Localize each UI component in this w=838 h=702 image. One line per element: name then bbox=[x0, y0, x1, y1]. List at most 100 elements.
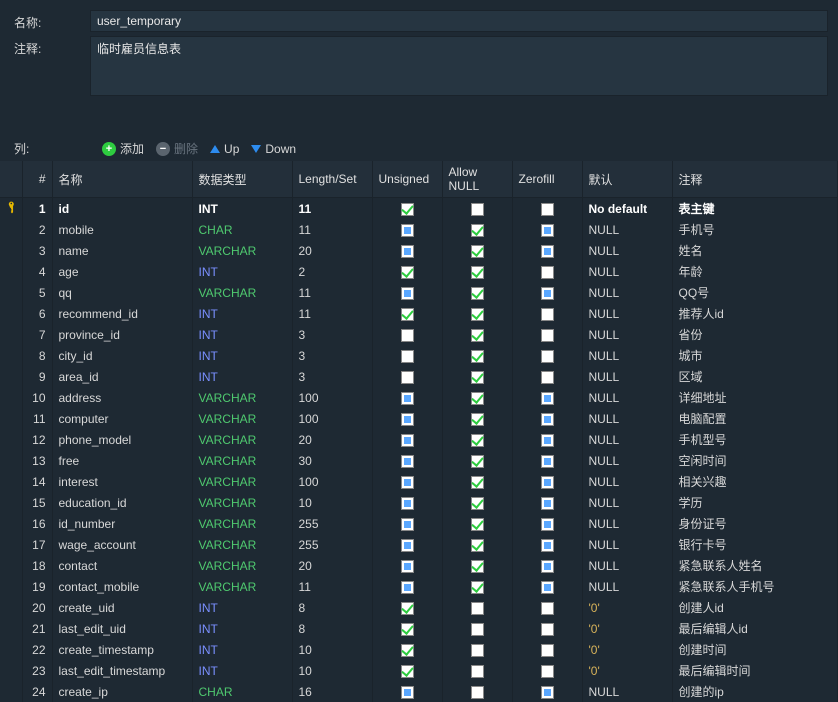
cell-comment[interactable]: 区域 bbox=[672, 366, 838, 387]
table-row[interactable]: 11computerVARCHAR100NULL电脑配置 bbox=[0, 408, 838, 429]
checkbox[interactable] bbox=[401, 287, 414, 300]
checkbox[interactable] bbox=[471, 581, 484, 594]
cell-default[interactable]: NULL bbox=[582, 387, 672, 408]
cell-datatype[interactable]: INT bbox=[192, 660, 292, 681]
cell-name[interactable]: id bbox=[52, 198, 192, 220]
cell-allownull[interactable] bbox=[442, 240, 512, 261]
cell-allownull[interactable] bbox=[442, 282, 512, 303]
cell-datatype[interactable]: INT bbox=[192, 198, 292, 220]
down-button[interactable]: Down bbox=[251, 142, 296, 156]
col-length-header[interactable]: Length/Set bbox=[292, 161, 372, 198]
checkbox[interactable] bbox=[541, 560, 554, 573]
checkbox[interactable] bbox=[541, 539, 554, 552]
cell-name[interactable]: contact_mobile bbox=[52, 576, 192, 597]
cell-default[interactable]: NULL bbox=[582, 471, 672, 492]
cell-comment[interactable]: 详细地址 bbox=[672, 387, 838, 408]
checkbox[interactable] bbox=[541, 245, 554, 258]
cell-unsigned[interactable] bbox=[372, 555, 442, 576]
checkbox[interactable] bbox=[541, 329, 554, 342]
cell-default[interactable]: NULL bbox=[582, 261, 672, 282]
cell-allownull[interactable] bbox=[442, 303, 512, 324]
cell-default[interactable]: NULL bbox=[582, 513, 672, 534]
cell-zerofill[interactable] bbox=[512, 513, 582, 534]
table-row[interactable]: 16id_numberVARCHAR255NULL身份证号 bbox=[0, 513, 838, 534]
cell-length[interactable]: 100 bbox=[292, 387, 372, 408]
cell-allownull[interactable] bbox=[442, 324, 512, 345]
cell-name[interactable]: address bbox=[52, 387, 192, 408]
table-row[interactable]: 18contactVARCHAR20NULL紧急联系人姓名 bbox=[0, 555, 838, 576]
checkbox[interactable] bbox=[471, 518, 484, 531]
col-zerofill-header[interactable]: Zerofill bbox=[512, 161, 582, 198]
cell-zerofill[interactable] bbox=[512, 219, 582, 240]
cell-name[interactable]: education_id bbox=[52, 492, 192, 513]
cell-default[interactable]: NULL bbox=[582, 408, 672, 429]
cell-default[interactable]: NULL bbox=[582, 366, 672, 387]
cell-name[interactable]: phone_model bbox=[52, 429, 192, 450]
table-row[interactable]: 15education_idVARCHAR10NULL学历 bbox=[0, 492, 838, 513]
cell-unsigned[interactable] bbox=[372, 408, 442, 429]
cell-unsigned[interactable] bbox=[372, 429, 442, 450]
cell-default[interactable]: NULL bbox=[582, 450, 672, 471]
checkbox[interactable] bbox=[471, 203, 484, 216]
cell-allownull[interactable] bbox=[442, 597, 512, 618]
checkbox[interactable] bbox=[541, 476, 554, 489]
cell-zerofill[interactable] bbox=[512, 387, 582, 408]
table-row[interactable]: 20create_uidINT8'0'创建人id bbox=[0, 597, 838, 618]
checkbox[interactable] bbox=[541, 308, 554, 321]
checkbox[interactable] bbox=[401, 245, 414, 258]
cell-length[interactable]: 11 bbox=[292, 219, 372, 240]
cell-default[interactable]: NULL bbox=[582, 219, 672, 240]
cell-allownull[interactable] bbox=[442, 366, 512, 387]
cell-unsigned[interactable] bbox=[372, 261, 442, 282]
cell-zerofill[interactable] bbox=[512, 639, 582, 660]
col-default-header[interactable]: 默认 bbox=[582, 161, 672, 198]
cell-allownull[interactable] bbox=[442, 492, 512, 513]
checkbox[interactable] bbox=[401, 413, 414, 426]
table-row[interactable]: 6recommend_idINT11NULL推荐人id bbox=[0, 303, 838, 324]
cell-zerofill[interactable] bbox=[512, 345, 582, 366]
cell-length[interactable]: 2 bbox=[292, 261, 372, 282]
cell-name[interactable]: area_id bbox=[52, 366, 192, 387]
checkbox[interactable] bbox=[541, 581, 554, 594]
cell-zerofill[interactable] bbox=[512, 618, 582, 639]
cell-allownull[interactable] bbox=[442, 387, 512, 408]
cell-allownull[interactable] bbox=[442, 534, 512, 555]
col-comment-header[interactable]: 注释 bbox=[672, 161, 838, 198]
table-row[interactable]: 12phone_modelVARCHAR20NULL手机型号 bbox=[0, 429, 838, 450]
checkbox[interactable] bbox=[401, 518, 414, 531]
checkbox[interactable] bbox=[541, 371, 554, 384]
checkbox[interactable] bbox=[471, 644, 484, 657]
cell-default[interactable]: NULL bbox=[582, 324, 672, 345]
cell-datatype[interactable]: VARCHAR bbox=[192, 576, 292, 597]
checkbox[interactable] bbox=[401, 224, 414, 237]
checkbox[interactable] bbox=[401, 560, 414, 573]
col-num-header[interactable]: # bbox=[22, 161, 52, 198]
checkbox[interactable] bbox=[541, 287, 554, 300]
cell-comment[interactable]: 表主键 bbox=[672, 198, 838, 220]
cell-length[interactable]: 11 bbox=[292, 282, 372, 303]
cell-default[interactable]: NULL bbox=[582, 681, 672, 702]
checkbox[interactable] bbox=[541, 665, 554, 678]
cell-allownull[interactable] bbox=[442, 618, 512, 639]
cell-unsigned[interactable] bbox=[372, 492, 442, 513]
cell-name[interactable]: qq bbox=[52, 282, 192, 303]
cell-zerofill[interactable] bbox=[512, 681, 582, 702]
cell-name[interactable]: last_edit_uid bbox=[52, 618, 192, 639]
cell-datatype[interactable]: INT bbox=[192, 303, 292, 324]
cell-datatype[interactable]: VARCHAR bbox=[192, 282, 292, 303]
cell-name[interactable]: free bbox=[52, 450, 192, 471]
cell-length[interactable]: 3 bbox=[292, 324, 372, 345]
cell-datatype[interactable]: INT bbox=[192, 639, 292, 660]
checkbox[interactable] bbox=[471, 308, 484, 321]
cell-zerofill[interactable] bbox=[512, 597, 582, 618]
cell-length[interactable]: 20 bbox=[292, 429, 372, 450]
cell-default[interactable]: NULL bbox=[582, 492, 672, 513]
cell-unsigned[interactable] bbox=[372, 639, 442, 660]
cell-allownull[interactable] bbox=[442, 198, 512, 220]
cell-length[interactable]: 3 bbox=[292, 345, 372, 366]
cell-name[interactable]: recommend_id bbox=[52, 303, 192, 324]
cell-zerofill[interactable] bbox=[512, 555, 582, 576]
cell-name[interactable]: mobile bbox=[52, 219, 192, 240]
cell-allownull[interactable] bbox=[442, 639, 512, 660]
checkbox[interactable] bbox=[541, 224, 554, 237]
